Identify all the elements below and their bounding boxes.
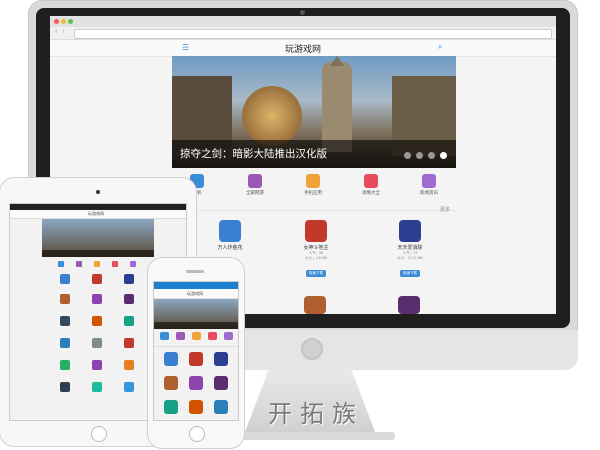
camera-icon: [96, 190, 100, 194]
game-icon[interactable]: [60, 316, 70, 326]
banner-caption: 掠夺之剑：暗影大陆推出汉化版: [180, 148, 327, 160]
iphone-home-button[interactable]: [189, 426, 205, 442]
game-icon[interactable]: [92, 294, 102, 304]
apple-logo-icon: [301, 338, 323, 360]
game-icon[interactable]: [214, 376, 228, 390]
gear-icon[interactable]: [192, 332, 201, 340]
gear-icon[interactable]: [94, 261, 100, 267]
download-button[interactable]: 极速下载: [306, 270, 326, 277]
status-bar: [154, 282, 238, 289]
game-size: 大小：12.27 MB: [397, 256, 423, 260]
banner-caption-bar: [154, 322, 238, 329]
globe-icon[interactable]: [76, 261, 82, 267]
game-icon[interactable]: [189, 352, 203, 366]
slide-dot-4-active[interactable]: [440, 152, 447, 159]
category-news[interactable]: 新闻资讯: [404, 174, 454, 196]
game-icon[interactable]: [304, 296, 326, 314]
game-icon[interactable]: [92, 316, 102, 326]
camera-icon: [300, 10, 305, 15]
game-icon[interactable]: [214, 352, 228, 366]
category-label: 手机应用: [304, 190, 322, 195]
site-title: 玩游戏网: [284, 44, 321, 54]
game-icon[interactable]: [164, 376, 178, 390]
game-icon[interactable]: [60, 338, 70, 348]
game-icon[interactable]: [398, 296, 420, 314]
game-icon: [399, 220, 421, 242]
category-online-games[interactable]: 全部网游: [230, 174, 280, 196]
gamepad-icon[interactable]: [160, 332, 169, 340]
iphone-speaker: [186, 270, 204, 273]
game-item[interactable]: 天天爱消除 人气：73 大小：12.27 MB 极速下载: [380, 220, 440, 279]
ipad-home-button[interactable]: [91, 426, 107, 442]
banner-tower: [322, 62, 352, 152]
game-icon[interactable]: [124, 360, 134, 370]
hero-banner[interactable]: 掠夺之剑：暗影大陆推出汉化版: [172, 56, 456, 168]
category-mobile-apps[interactable]: 手机应用: [288, 174, 338, 196]
download-button[interactable]: 极速下载: [400, 270, 420, 277]
game-icon[interactable]: [189, 400, 203, 414]
search-icon[interactable]: ⌕: [438, 42, 442, 52]
game-item[interactable]: 女神斗地主 人气：56 大小：4.8 MB 极速下载: [286, 220, 346, 279]
more-link[interactable]: 更多: [440, 206, 450, 213]
banner-spire: [330, 56, 344, 66]
minimize-window-icon[interactable]: [61, 19, 66, 24]
gamepad-icon[interactable]: [58, 261, 64, 267]
game-name: 天天爱消除: [397, 245, 423, 251]
game-icon[interactable]: [214, 400, 228, 414]
game-icon[interactable]: [124, 316, 134, 326]
category-label: 新闻资讯: [420, 190, 438, 195]
address-bar[interactable]: [74, 29, 552, 39]
game-icon[interactable]: [92, 360, 102, 370]
section-divider: [154, 346, 238, 347]
game-item[interactable]: 万人炸金花: [200, 220, 260, 251]
close-window-icon[interactable]: [54, 19, 59, 24]
maximize-window-icon[interactable]: [68, 19, 73, 24]
inbox-icon: [364, 174, 378, 188]
globe-icon: [248, 174, 262, 188]
iphone-screen: 玩游戏网: [154, 282, 238, 420]
game-icon[interactable]: [60, 294, 70, 304]
section-divider: [172, 210, 456, 211]
inbox-icon[interactable]: [208, 332, 217, 340]
game-icon[interactable]: [124, 382, 134, 392]
game-icon[interactable]: [124, 294, 134, 304]
game-name: 万人炸金花: [217, 245, 243, 251]
game-icon[interactable]: [124, 338, 134, 348]
category-label: 全部网游: [246, 190, 264, 195]
game-icon[interactable]: [60, 274, 70, 284]
slide-dot-2[interactable]: [416, 152, 423, 159]
globe-icon[interactable]: [176, 332, 185, 340]
forward-icon[interactable]: ›: [62, 28, 64, 35]
gear-icon: [306, 174, 320, 188]
game-icon[interactable]: [164, 352, 178, 366]
category-label: 攻略大全: [362, 190, 380, 195]
inbox-icon[interactable]: [112, 261, 118, 267]
game-icon[interactable]: [92, 274, 102, 284]
game-icon: [305, 220, 327, 242]
banner-warrior: [242, 86, 302, 146]
game-name: 女神斗地主: [303, 245, 329, 251]
game-icon[interactable]: [124, 274, 134, 284]
game-icon[interactable]: [92, 338, 102, 348]
save-icon[interactable]: [224, 332, 233, 340]
game-icon[interactable]: [60, 360, 70, 370]
watermark-text: 开拓族: [268, 400, 364, 428]
slide-dot-3[interactable]: [428, 152, 435, 159]
game-icon[interactable]: [92, 382, 102, 392]
game-icon[interactable]: [189, 376, 203, 390]
site-title: 玩游戏网: [88, 211, 104, 216]
game-icon: [219, 220, 241, 242]
game-icon[interactable]: [164, 400, 178, 414]
game-size: 大小：4.8 MB: [305, 256, 327, 260]
back-icon[interactable]: ‹: [55, 28, 57, 35]
category-guides[interactable]: 攻略大全: [346, 174, 396, 196]
banner-caption-bar: [42, 250, 154, 257]
game-icon[interactable]: [60, 382, 70, 392]
browser-tabbar: [50, 16, 556, 27]
save-icon: [422, 174, 436, 188]
site-title: 玩游戏网: [187, 291, 203, 296]
slide-dot-1[interactable]: [404, 152, 411, 159]
save-icon[interactable]: [130, 261, 136, 267]
imac-base: [225, 432, 395, 440]
